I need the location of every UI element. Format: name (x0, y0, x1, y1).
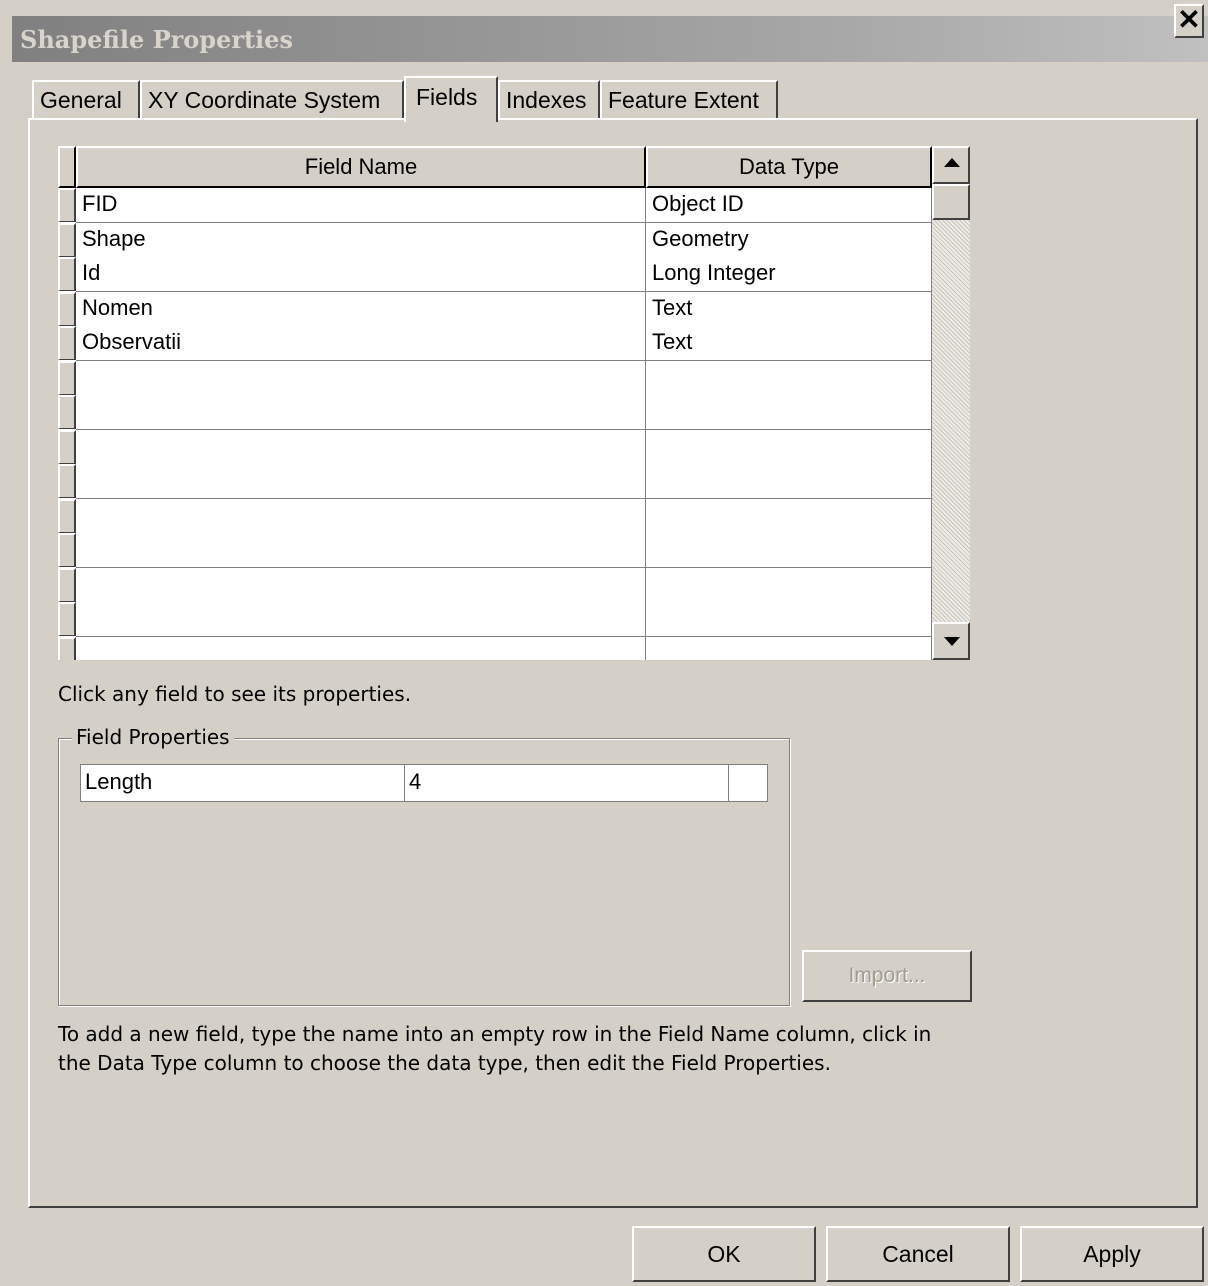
tab-general[interactable]: General (32, 80, 140, 120)
ok-button[interactable]: OK (632, 1226, 816, 1282)
fields-tab-panel (28, 118, 1198, 1208)
close-icon[interactable]: ✕ (1174, 4, 1204, 38)
cancel-button[interactable]: Cancel (826, 1226, 1010, 1282)
shapefile-properties-dialog: Shapefile Properties ✕ General XY Coordi… (0, 0, 1208, 1286)
tab-xy-coordinate-system[interactable]: XY Coordinate System (140, 80, 404, 120)
title-bar[interactable]: Shapefile Properties (12, 16, 1208, 62)
window-title: Shapefile Properties (20, 25, 293, 54)
tab-feature-extent[interactable]: Feature Extent (600, 80, 778, 120)
tab-fields[interactable]: Fields (404, 76, 498, 122)
tab-indexes[interactable]: Indexes (498, 80, 600, 120)
apply-button[interactable]: Apply (1020, 1226, 1204, 1282)
